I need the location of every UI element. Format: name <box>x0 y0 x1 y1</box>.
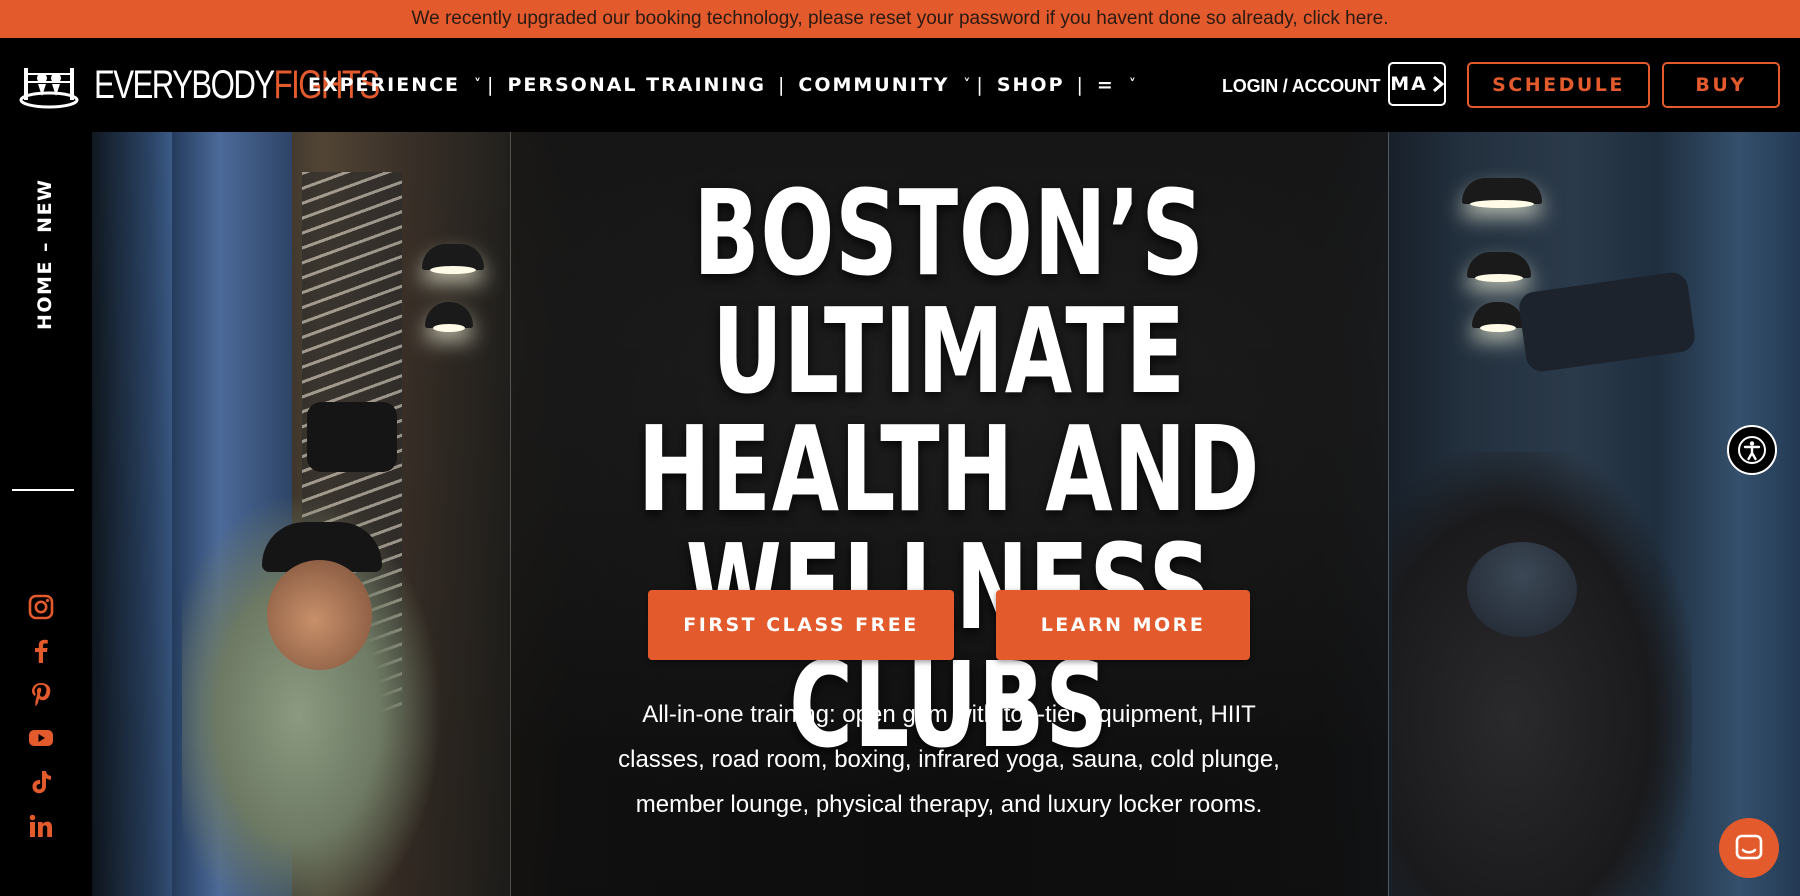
schedule-label[interactable]: SCHEDULE <box>1492 74 1625 96</box>
hero-photo-athlete-right <box>1392 452 1692 896</box>
nav-separator: | <box>1076 74 1085 96</box>
chevron-down-icon[interactable]: ˅ <box>474 77 483 93</box>
login-account-link[interactable]: LOGIN / ACCOUNT <box>1222 76 1381 97</box>
main-menu: EXPERIENCE ˅ | PERSONAL TRAINING | COMMU… <box>308 38 1142 132</box>
announcement-text[interactable]: We recently upgraded our booking technol… <box>412 8 1389 30</box>
menu-icon[interactable]: = <box>1097 74 1115 96</box>
buy-label[interactable]: BUY <box>1695 74 1746 96</box>
left-sidebar: HOME – NEW <box>0 132 92 896</box>
accessibility-icon <box>1738 436 1766 464</box>
nav-experience[interactable]: EXPERIENCE ˅ <box>308 74 487 96</box>
chat-launcher-button[interactable] <box>1719 818 1779 878</box>
hero-photo-head-right <box>1467 542 1577 637</box>
hero-headline-line: BOSTON’S ULTIMATE <box>693 164 1205 420</box>
learn-more-label[interactable]: LEARN MORE <box>1041 614 1206 636</box>
announcement-bar[interactable]: We recently upgraded our booking technol… <box>0 0 1800 38</box>
nav-personal-training-label[interactable]: PERSONAL TRAINING <box>507 74 766 96</box>
nav-separator: | <box>976 74 985 96</box>
nav-more-menu[interactable]: = ˅ <box>1097 74 1142 96</box>
learn-more-button[interactable]: LEARN MORE <box>996 590 1250 660</box>
linkedin-icon[interactable] <box>28 813 58 843</box>
boxing-ring-logo-icon <box>19 68 79 109</box>
nav-separator: | <box>777 74 787 96</box>
buy-button[interactable]: BUY <box>1662 62 1780 108</box>
hero-headline-line: HEALTH AND <box>637 400 1261 538</box>
nav-community[interactable]: COMMUNITY ˅ <box>798 74 976 96</box>
hero-divider-right <box>1388 132 1389 896</box>
pinterest-icon[interactable] <box>28 681 58 711</box>
hero-photo-lamp <box>422 244 484 274</box>
page-label-text: HOME – NEW <box>34 178 56 330</box>
nav-shop[interactable]: SHOP <box>997 74 1065 96</box>
first-class-free-button[interactable]: FIRST CLASS FREE <box>648 590 954 660</box>
chat-icon <box>1735 834 1763 860</box>
ma-location-button[interactable]: MA <box>1388 62 1446 106</box>
nav-shop-label[interactable]: SHOP <box>997 74 1065 96</box>
youtube-icon[interactable] <box>28 725 58 755</box>
nav-separator: | <box>487 74 496 96</box>
top-navigation: EVERYBODYFIGHTS EXPERIENCE ˅ | PERSONAL … <box>0 38 1800 132</box>
tiktok-icon[interactable] <box>28 769 58 799</box>
nav-community-label[interactable]: COMMUNITY <box>798 74 949 96</box>
hero-photo-dumbbell-left <box>307 402 397 472</box>
facebook-icon[interactable] <box>28 638 58 668</box>
nav-experience-label[interactable]: EXPERIENCE <box>308 74 460 96</box>
hero-section: BOSTON’S ULTIMATE HEALTH AND WELLNESS CL… <box>92 132 1800 896</box>
hero-photo-head-left <box>267 560 372 670</box>
chevron-right-icon <box>1432 75 1444 93</box>
accessibility-button[interactable] <box>1727 425 1777 475</box>
page-label: HOME – NEW <box>20 178 70 332</box>
first-class-free-label[interactable]: FIRST CLASS FREE <box>683 614 918 636</box>
instagram-icon[interactable] <box>28 594 58 624</box>
ma-label[interactable]: MA <box>1390 73 1428 95</box>
chevron-down-icon[interactable]: ˅ <box>1129 77 1138 93</box>
hero-photo-lamp <box>1462 178 1542 208</box>
schedule-button[interactable]: SCHEDULE <box>1467 62 1650 108</box>
hero-description: All-in-one training: open gym with top-t… <box>618 701 1280 818</box>
sidebar-divider <box>12 489 74 491</box>
hero-headline: BOSTON’S ULTIMATE HEALTH AND WELLNESS CL… <box>510 174 1388 764</box>
hero-photo-lamp <box>1467 252 1531 282</box>
chevron-down-icon[interactable]: ˅ <box>963 77 972 93</box>
nav-personal-training[interactable]: PERSONAL TRAINING <box>507 74 766 96</box>
brand-word-everybody: EVERYBODY <box>94 62 275 107</box>
